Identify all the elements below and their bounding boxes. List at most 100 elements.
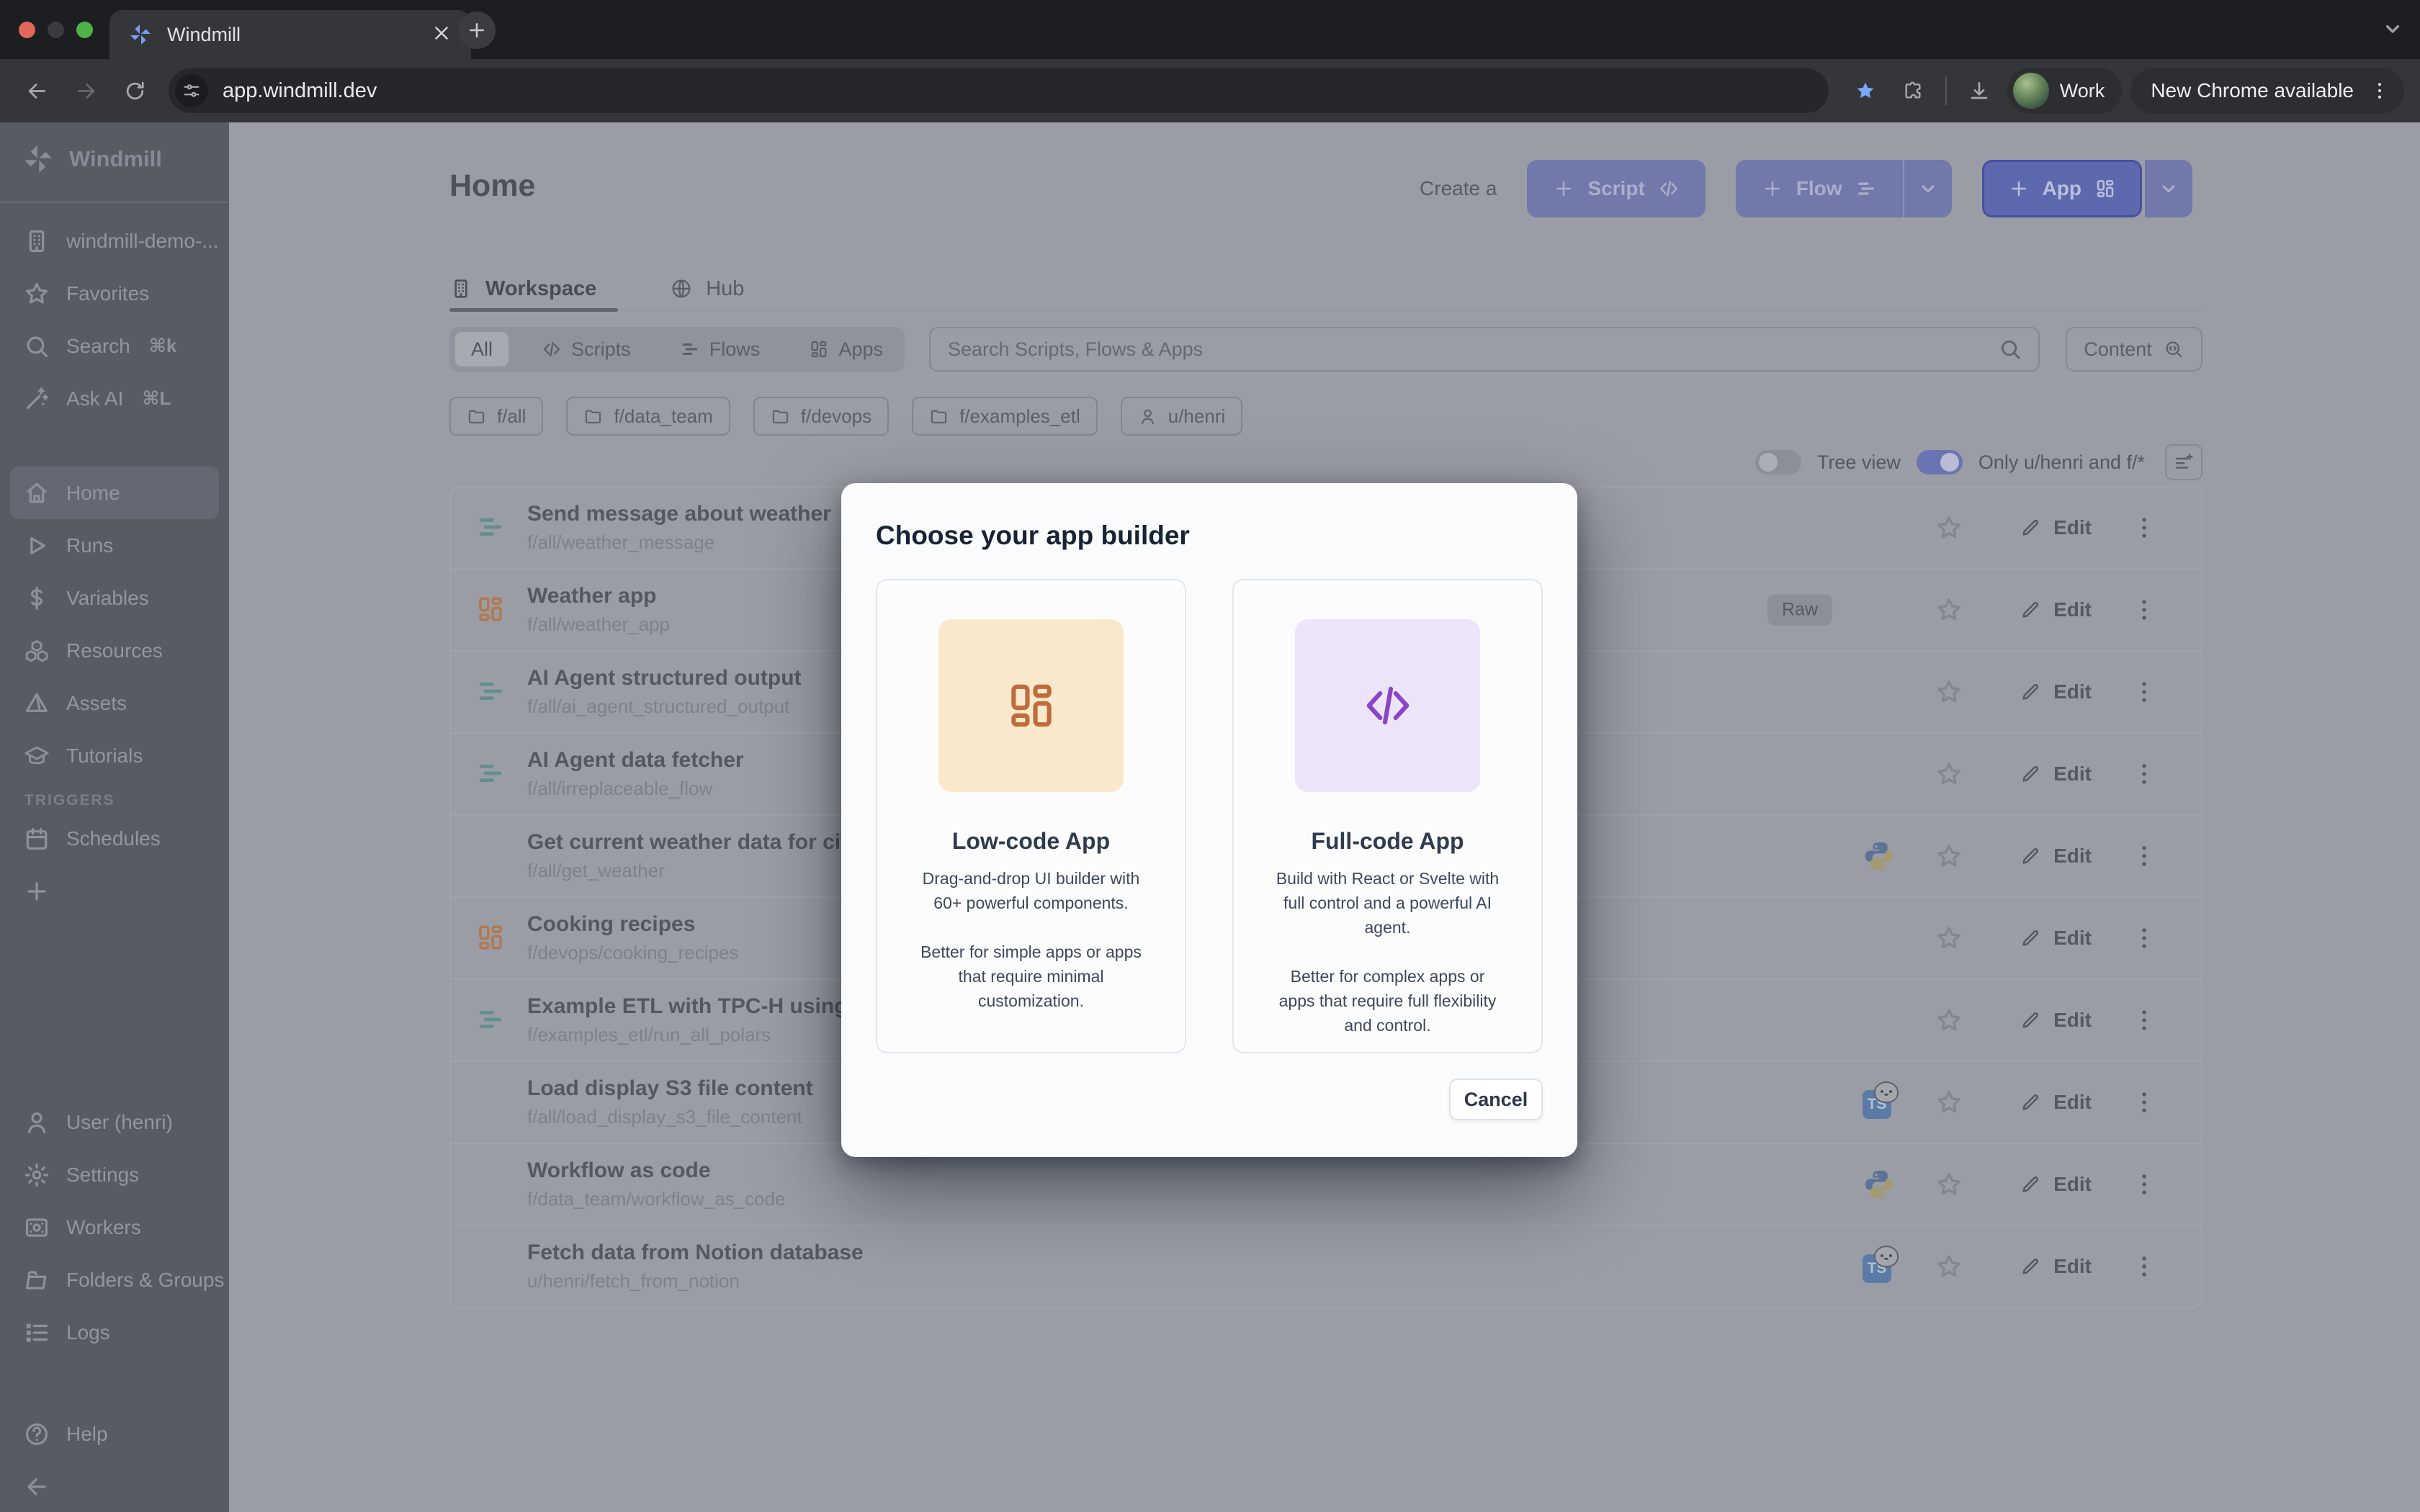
sidebar-item[interactable]: Search ⌘k — [10, 320, 219, 372]
tree-view-toggle[interactable] — [1755, 450, 1801, 474]
plus-icon — [1553, 178, 1574, 199]
server-icon — [23, 1214, 50, 1241]
item-menu-button[interactable] — [2130, 1253, 2158, 1280]
sidebar-nav-item[interactable]: Tutorials — [10, 729, 219, 782]
back-button[interactable] — [16, 70, 58, 112]
edit-button[interactable]: Edit — [2020, 845, 2092, 868]
sidebar-item[interactable]: Favorites — [10, 267, 219, 320]
downloads-icon[interactable] — [1960, 71, 1999, 110]
profile-button[interactable]: Work — [2007, 68, 2123, 114]
sidebar-bottom-item[interactable]: Logs — [10, 1306, 219, 1359]
list-item[interactable]: Fetch data from Notion database u/henri/… — [451, 1226, 2201, 1307]
favorite-star-icon[interactable] — [1935, 595, 1963, 624]
edit-button[interactable]: Edit — [2020, 1173, 2092, 1196]
sidebar-nav-item[interactable]: Home — [10, 467, 219, 519]
item-menu-button[interactable] — [2130, 842, 2158, 870]
tsbun-icon: TS — [1863, 1086, 1896, 1119]
chrome-update-button[interactable]: New Chrome available — [2130, 68, 2404, 114]
new-tab-button[interactable] — [458, 12, 496, 49]
extensions-icon[interactable] — [1894, 71, 1932, 110]
sidebar-item-help[interactable]: Help — [10, 1408, 219, 1460]
folder-chip[interactable]: f/all — [449, 397, 543, 436]
edit-button[interactable]: Edit — [2020, 762, 2092, 786]
sidebar-nav-item[interactable]: Runs — [10, 519, 219, 572]
maximize-window-button[interactable] — [76, 22, 93, 38]
browser-tab[interactable]: Windmill — [109, 10, 471, 59]
favorite-star-icon[interactable] — [1935, 678, 1963, 706]
refresh-button[interactable] — [114, 70, 156, 112]
folder-chip[interactable]: f/devops — [753, 397, 889, 436]
item-menu-button[interactable] — [2130, 760, 2158, 788]
edit-button[interactable]: Edit — [2020, 927, 2092, 950]
favorite-star-icon[interactable] — [1935, 1170, 1963, 1199]
segment-option[interactable]: Flows — [664, 332, 776, 366]
favorite-star-icon[interactable] — [1935, 842, 1963, 870]
sidebar-bottom-item[interactable]: Folders & Groups — [10, 1254, 219, 1306]
bookmark-star-icon[interactable] — [1846, 71, 1885, 110]
favorite-star-icon[interactable] — [1935, 924, 1963, 953]
create-app-button[interactable]: App — [1982, 160, 2142, 217]
flow-dropdown-button[interactable] — [1903, 160, 1952, 217]
builder-option-card[interactable]: Full-code App Build with React or Svelte… — [1232, 579, 1543, 1053]
forward-button[interactable] — [65, 70, 107, 112]
sidebar-bottom-item[interactable]: Settings — [10, 1148, 219, 1201]
tab-hub[interactable]: Hub — [670, 268, 766, 310]
favorite-star-icon[interactable] — [1935, 1252, 1963, 1281]
favorite-star-icon[interactable] — [1935, 513, 1963, 542]
site-settings-button[interactable] — [175, 74, 208, 107]
sidebar-trigger-item[interactable]: Schedules — [10, 812, 219, 865]
sidebar-triggers-section: TRIGGERS — [0, 792, 229, 814]
create-script-button[interactable]: Script — [1527, 160, 1705, 217]
search-input[interactable] — [946, 338, 1986, 361]
item-menu-button[interactable] — [2130, 514, 2158, 541]
content-search-button[interactable]: Content — [2066, 327, 2202, 372]
cancel-button[interactable]: Cancel — [1449, 1079, 1543, 1120]
sidebar-nav-item[interactable]: Assets — [10, 677, 219, 729]
edit-button[interactable]: Edit — [2020, 1091, 2092, 1114]
minimize-window-button[interactable] — [48, 22, 64, 38]
item-menu-button[interactable] — [2130, 1007, 2158, 1034]
segment-option[interactable]: All — [455, 332, 508, 366]
close-tab-icon[interactable] — [431, 22, 455, 47]
collapse-sidebar-button[interactable] — [10, 1460, 219, 1512]
sidebar-item[interactable]: windmill-demo-... — [10, 215, 219, 267]
edit-button[interactable]: Edit — [2020, 1255, 2092, 1278]
edit-button[interactable]: Edit — [2020, 1009, 2092, 1032]
segment-option[interactable]: Scripts — [526, 332, 647, 366]
sidebar-trigger-item[interactable] — [10, 865, 219, 917]
tab-search-chevron-icon[interactable] — [2381, 17, 2404, 40]
item-menu-button[interactable] — [2130, 678, 2158, 706]
close-window-button[interactable] — [19, 22, 35, 38]
item-menu-button[interactable] — [2130, 1171, 2158, 1198]
sidebar-nav-item[interactable]: Variables — [10, 572, 219, 624]
sidebar-item[interactable]: Ask AI ⌘L — [10, 372, 219, 425]
item-menu-button[interactable] — [2130, 596, 2158, 624]
favorite-star-icon[interactable] — [1935, 1006, 1963, 1035]
only-mine-toggle[interactable] — [1917, 450, 1963, 474]
create-flow-button[interactable]: Flow — [1736, 160, 1903, 217]
edit-button[interactable]: Edit — [2020, 680, 2092, 703]
url-bar[interactable]: app.windmill.dev — [169, 68, 1829, 113]
sidebar-bottom-item[interactable]: User (henri) — [10, 1096, 219, 1148]
favorite-star-icon[interactable] — [1935, 760, 1963, 788]
windmill-logo[interactable]: Windmill — [22, 143, 162, 176]
item-menu-button[interactable] — [2130, 924, 2158, 952]
edit-button[interactable]: Edit — [2020, 516, 2092, 539]
sidebar-bottom-item[interactable]: Workers — [10, 1201, 219, 1254]
folder-chip[interactable]: u/henri — [1121, 397, 1243, 436]
segment-option[interactable]: Apps — [793, 332, 899, 366]
builder-option-card[interactable]: Low-code App Drag-and-drop UI builder wi… — [876, 579, 1186, 1053]
edit-button[interactable]: Edit — [2020, 598, 2092, 621]
list-filter-button[interactable] — [2165, 444, 2202, 480]
folder-chip[interactable]: f/data_team — [566, 397, 730, 436]
segment-label: All — [471, 338, 493, 361]
item-menu-button[interactable] — [2130, 1089, 2158, 1116]
folder-chip[interactable]: f/examples_etl — [912, 397, 1098, 436]
tab-workspace[interactable]: Workspace — [449, 268, 618, 310]
browser-menu-icon[interactable] — [2365, 76, 2394, 105]
favorite-star-icon[interactable] — [1935, 1088, 1963, 1117]
item-title: Fetch data from Notion database — [527, 1241, 864, 1265]
user-icon — [1138, 407, 1157, 426]
sidebar-nav-item[interactable]: Resources — [10, 624, 219, 677]
app-dropdown-button[interactable] — [2145, 160, 2192, 217]
